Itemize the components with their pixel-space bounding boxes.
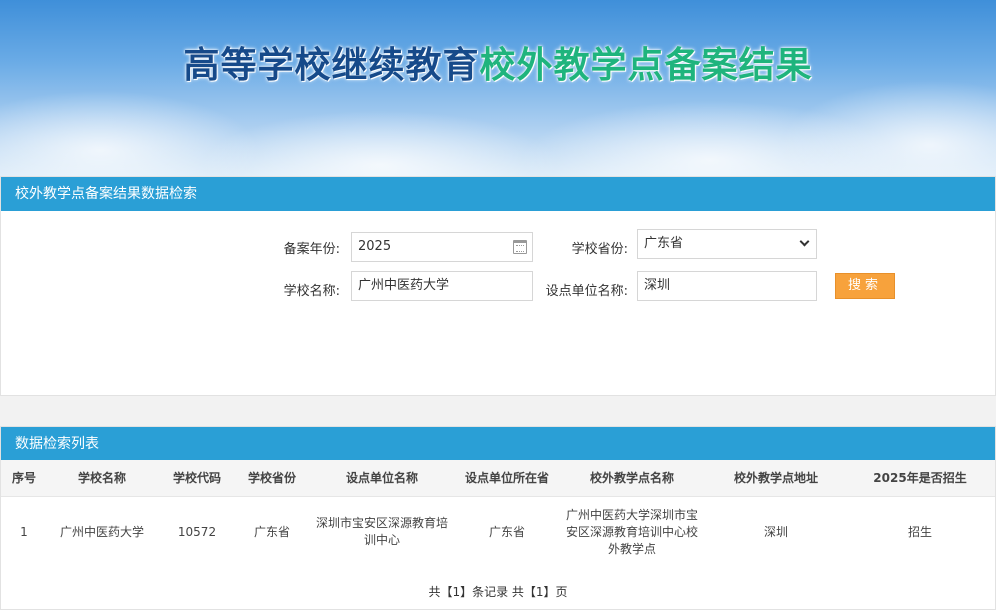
cell-school-name: 广州中医药大学	[59, 524, 144, 539]
cell-school-province: 广东省	[253, 524, 290, 539]
school-name-value: 广州中医药大学	[358, 278, 450, 293]
column-header: 序号	[1, 460, 47, 497]
column-header: 设点单位名称	[307, 460, 457, 497]
year-value: 2025	[358, 239, 392, 254]
search-panel-heading: 校外教学点备案结果数据检索	[1, 177, 995, 211]
page-title: 高等学校继续教育校外教学点备案结果	[0, 36, 996, 88]
cell-enrollment-status: 招生	[907, 524, 932, 539]
chevron-down-icon	[799, 236, 810, 247]
cloud-decoration	[780, 80, 996, 176]
province-label: 学校省份:	[571, 242, 628, 257]
table-row: 1 广州中医药大学 10572 广东省 深圳市宝安区深源教育培训中心 广东省 广…	[1, 496, 995, 568]
column-header: 学校省份	[237, 460, 307, 497]
column-header: 设点单位所在省	[457, 460, 557, 497]
school-name-label: 学校名称:	[283, 284, 340, 299]
column-header: 学校代码	[157, 460, 237, 497]
year-label: 备案年份:	[283, 242, 340, 257]
calendar-icon[interactable]	[513, 240, 527, 254]
column-header: 校外教学点名称	[557, 460, 707, 497]
cell-site-address: 深圳	[763, 524, 788, 539]
cell-unit-name: 深圳市宝安区深源教育培训中心	[315, 516, 448, 548]
cell-site-name: 广州中医药大学深圳市宝安区深源教育培训中心校外教学点	[565, 507, 698, 556]
cell-school-code: 10572	[177, 524, 217, 539]
cloud-decoration	[200, 110, 560, 176]
province-select[interactable]: 广东省	[637, 229, 817, 259]
column-header: 校外教学点地址	[707, 460, 845, 497]
year-field[interactable]: 2025	[351, 232, 533, 262]
page-title-part1: 高等学校继续教育	[183, 45, 480, 86]
table-header-row: 序号 学校名称 学校代码 学校省份 设点单位名称 设点单位所在省 校外教学点名称…	[1, 460, 995, 497]
cell-unit-province: 广东省	[488, 524, 525, 539]
column-header: 学校名称	[47, 460, 157, 497]
page-banner: 高等学校继续教育校外教学点备案结果	[0, 0, 996, 176]
unit-name-value: 深圳	[644, 278, 671, 293]
column-header: 2025年是否招生	[845, 460, 995, 497]
search-button[interactable]: 搜索	[835, 273, 895, 299]
results-table: 序号 学校名称 学校代码 学校省份 设点单位名称 设点单位所在省 校外教学点名称…	[1, 460, 995, 568]
cell-index: 1	[20, 524, 28, 539]
school-name-field[interactable]: 广州中医药大学	[351, 271, 533, 301]
province-selected-value: 广东省	[644, 236, 684, 251]
results-panel-heading: 数据检索列表	[1, 427, 995, 461]
unit-name-field[interactable]: 深圳	[637, 271, 817, 301]
page-title-part2: 校外教学点备案结果	[479, 45, 813, 86]
pagination-summary: 共【1】条记录 共【1】页	[428, 585, 568, 599]
unit-name-label: 设点单位名称:	[545, 284, 628, 299]
